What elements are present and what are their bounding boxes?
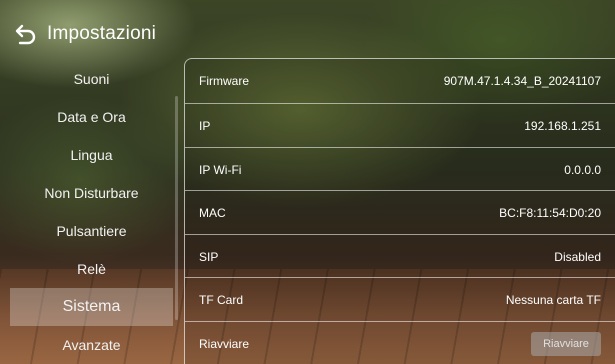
sidebar-item-sistema[interactable]: Sistema [10,288,173,326]
tf-card-row: TF Card Nessuna carta TF [185,278,615,322]
ip-wifi-value: 0.0.0.0 [564,163,601,177]
reboot-button[interactable]: Riavviare [531,332,601,356]
sidebar-item-lingua[interactable]: Lingua [10,136,173,174]
mac-row: MAC BC:F8:11:54:D0:20 [185,191,615,235]
sidebar-scrollbar[interactable] [175,96,178,320]
page-title: Impostazioni [47,23,157,44]
header: Impostazioni [14,18,156,50]
reboot-row: Riavviare Riavviare [185,322,615,364]
sidebar-item-suoni[interactable]: Suoni [10,60,173,98]
firmware-row: Firmware 907M.47.1.4.34_B_20241107 [185,59,615,103]
reboot-label: Riavviare [199,337,250,351]
sidebar-item-data-e-ora[interactable]: Data e Ora [10,98,173,136]
sip-label: SIP [199,250,219,264]
sidebar-item-avanzate[interactable]: Avanzate [10,326,173,364]
ip-wifi-row: IP Wi-Fi 0.0.0.0 [185,148,615,192]
mac-value: BC:F8:11:54:D0:20 [499,206,601,220]
back-arrow-icon[interactable] [14,22,38,46]
system-info-panel: Firmware 907M.47.1.4.34_B_20241107 IP 19… [184,58,615,364]
ip-row: IP 192.168.1.251 [185,104,615,148]
firmware-value: 907M.47.1.4.34_B_20241107 [443,74,601,88]
sidebar-item-pulsantiere[interactable]: Pulsantiere [10,212,173,250]
ip-label: IP [199,119,211,133]
mac-label: MAC [199,206,226,220]
sip-value: Disabled [554,250,601,264]
sidebar-item-non-disturbare[interactable]: Non Disturbare [10,174,173,212]
tf-card-value: Nessuna carta TF [505,293,601,307]
sidebar: Suoni Data e Ora Lingua Non Disturbare P… [10,60,173,364]
sidebar-item-rele[interactable]: Relè [10,250,173,288]
firmware-label: Firmware [199,74,249,88]
ip-wifi-label: IP Wi-Fi [199,163,242,177]
tf-card-label: TF Card [199,293,244,307]
sip-row: SIP Disabled [185,235,615,279]
ip-value: 192.168.1.251 [524,119,601,133]
